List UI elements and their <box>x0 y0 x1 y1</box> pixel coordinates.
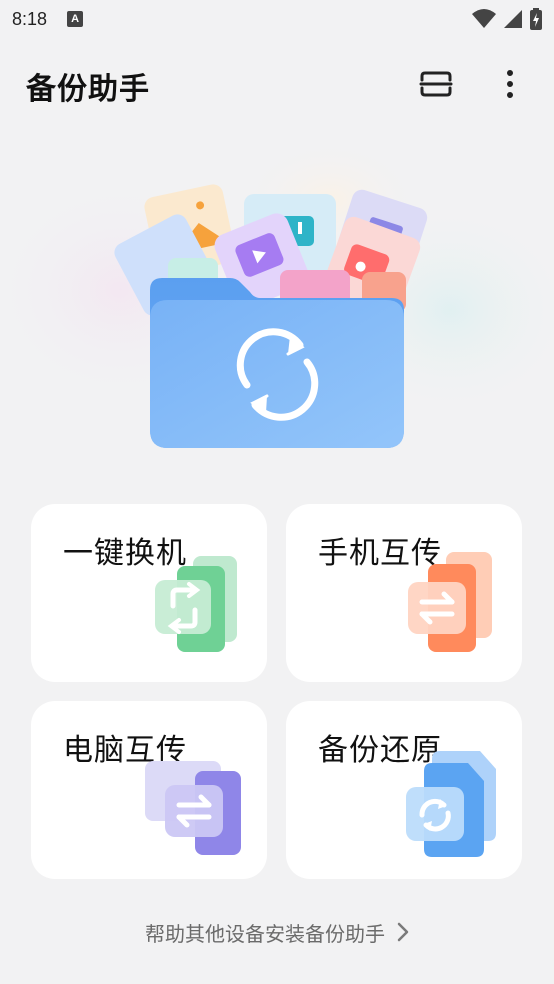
notification-icon: A <box>67 11 84 27</box>
phone-transfer-icon <box>408 552 492 652</box>
card-phone-transfer[interactable]: 手机互传 <box>286 504 522 682</box>
more-options-button[interactable] <box>492 64 528 104</box>
card-phone-switch[interactable]: 一键换机 <box>31 504 267 682</box>
footer-link-text: 帮助其他设备安装备份助手 <box>145 921 385 946</box>
scan-icon <box>419 71 453 97</box>
install-on-other-devices-link[interactable]: 帮助其他设备安装备份助手 <box>0 912 554 952</box>
status-bar: 8:18 A <box>0 0 554 38</box>
scan-button[interactable] <box>414 66 458 102</box>
status-icons <box>472 8 542 30</box>
status-time: 8:18 <box>12 8 48 29</box>
pc-transfer-icon <box>145 761 241 855</box>
backup-restore-icon <box>406 751 496 857</box>
wifi-icon <box>472 9 496 28</box>
more-vert-icon <box>507 70 513 98</box>
backup-folder-illustration <box>0 140 554 448</box>
card-pc-transfer[interactable]: 电脑互传 <box>31 701 267 879</box>
page-title: 备份助手 <box>26 72 150 107</box>
phone-switch-icon <box>155 556 237 652</box>
chevron-right-icon <box>397 922 409 942</box>
battery-charging-icon <box>530 8 542 30</box>
app-bar: 备份助手 <box>0 52 554 116</box>
signal-icon <box>504 10 522 28</box>
card-backup-restore[interactable]: 备份还原 <box>286 701 522 879</box>
hero-illustration <box>0 140 554 480</box>
